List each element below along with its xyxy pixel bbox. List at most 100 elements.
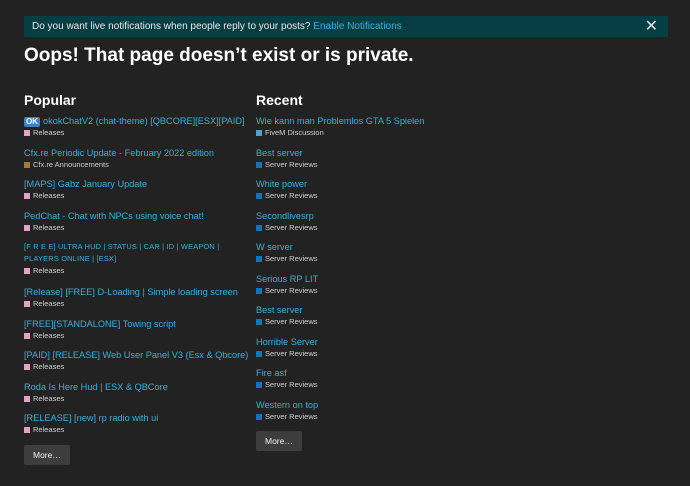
topic-item: [PAID] [RELEASE] Web User Panel V3 (Esx … <box>24 349 248 381</box>
topic-item: Wie kann man Problemlos GTA 5 Spielen Fiv… <box>256 115 476 147</box>
category-color-swatch <box>24 301 30 307</box>
category-name: Releases <box>33 425 65 434</box>
recent-heading: Recent <box>256 92 303 108</box>
category-badge[interactable]: FiveM Discussion <box>256 128 476 138</box>
topic-item: White power Server Reviews <box>256 178 476 210</box>
category-badge[interactable]: Releases <box>24 362 244 372</box>
topic-title-text: [RELEASE] [new] rp radio with ui <box>24 413 159 423</box>
popular-heading: Popular <box>24 92 77 108</box>
topic-title-link[interactable]: W server <box>256 241 476 253</box>
category-badge[interactable]: Releases <box>24 425 244 435</box>
topic-title-text: Serious RP LIT <box>256 273 319 284</box>
category-badge[interactable]: Server Reviews <box>256 380 476 390</box>
ok-badge-icon: OK <box>24 117 40 127</box>
topic-item: [FREE][STANDALONE] Towing script Releases <box>24 318 244 350</box>
category-badge[interactable]: Releases <box>24 128 244 138</box>
topic-title-link[interactable]: [MAPS] Gabz January Update <box>24 178 244 190</box>
topic-title-text: Best server <box>256 147 303 158</box>
topic-title-link[interactable]: Best server <box>256 304 476 316</box>
topic-title-link[interactable]: Cfx.re Periodic Update - February 2022 e… <box>24 147 244 159</box>
category-badge[interactable]: Releases <box>24 331 244 341</box>
category-badge[interactable]: Server Reviews <box>256 223 476 233</box>
category-color-swatch <box>24 161 30 168</box>
topic-title-text: Roda Is Here Hud | ESX & QBCore <box>24 381 168 392</box>
category-badge[interactable]: Releases <box>24 266 244 276</box>
category-name: Server Reviews <box>265 285 318 295</box>
category-color-swatch <box>256 224 262 231</box>
category-badge[interactable]: Server Reviews <box>256 412 476 422</box>
category-color-swatch <box>256 256 262 262</box>
recent-topic-list: Wie kann man Problemlos GTA 5 Spielen Fiv… <box>256 115 476 430</box>
topic-title-link[interactable]: Roda Is Here Hud | ESX & QBCore <box>24 381 244 393</box>
category-name: Releases <box>33 393 65 403</box>
category-badge[interactable]: Server Reviews <box>256 191 476 201</box>
close-icon[interactable]: ✕ <box>645 16 658 37</box>
category-name: Releases <box>33 222 65 232</box>
topic-item: W server Server Reviews <box>256 241 476 273</box>
topic-title-link[interactable]: PedChat - Chat with NPCs using voice cha… <box>24 210 244 222</box>
category-name: FiveM Discussion <box>265 128 324 137</box>
category-name: Cfx.re Announcements <box>33 159 109 169</box>
popular-more-button[interactable]: More… <box>24 444 70 465</box>
category-badge[interactable]: Releases <box>24 223 244 233</box>
topic-title-link[interactable]: Best server <box>256 147 476 159</box>
category-color-swatch <box>24 427 30 433</box>
category-color-swatch <box>256 413 262 420</box>
category-badge[interactable]: Server Reviews <box>256 254 476 264</box>
topic-title-link[interactable]: [F R E E] ULTRA HUD | STATUS | CAR | ID … <box>24 241 229 265</box>
topic-title-link[interactable]: Secondlivesrp <box>256 210 476 222</box>
category-badge[interactable]: Server Reviews <box>256 317 476 327</box>
category-name: Releases <box>33 330 65 340</box>
category-name: Releases <box>33 266 65 275</box>
category-badge[interactable]: Server Reviews <box>256 160 476 170</box>
category-color-swatch <box>256 319 262 325</box>
category-name: Server Reviews <box>265 222 318 232</box>
enable-notifications-link[interactable]: Enable Notifications <box>313 21 401 32</box>
topic-title-text: [MAPS] Gabz January Update <box>24 179 148 189</box>
category-name: Releases <box>33 128 65 137</box>
topic-title-text: Fire asf <box>256 368 287 378</box>
category-name: Server Reviews <box>265 411 318 421</box>
topic-item: Horrible Server Server Reviews <box>256 336 476 368</box>
category-badge[interactable]: Server Reviews <box>256 286 476 296</box>
topic-item: Roda Is Here Hud | ESX & QBCore Releases <box>24 381 244 413</box>
topic-title-text: okokChatV2 (chat-theme) [QBCORE][ESX][PA… <box>43 116 245 126</box>
recent-more-button[interactable]: More… <box>256 431 302 451</box>
topic-title-link[interactable]: OK okokChatV2 (chat-theme) [QBCORE][ESX][… <box>24 115 245 127</box>
topic-title-link[interactable]: [Release] [FREE] D-Loading | Simple load… <box>24 286 244 298</box>
category-badge[interactable]: Server Reviews <box>256 349 476 359</box>
category-badge[interactable]: Releases <box>24 191 244 201</box>
topic-item: Serious RP LIT Server Reviews <box>256 273 476 305</box>
topic-title-link[interactable]: Fire asf <box>256 367 476 379</box>
page-title: Oops! That page doesn’t exist or is priv… <box>24 45 414 66</box>
category-badge[interactable]: Cfx.re Announcements <box>24 160 244 170</box>
topic-title-text: Cfx.re Periodic Update - February 2022 e… <box>24 147 214 158</box>
topic-title-link[interactable]: [RELEASE] [new] rp radio with ui <box>24 412 244 424</box>
category-color-swatch <box>256 130 262 136</box>
topic-title-text: [FREE][STANDALONE] Towing script <box>24 318 176 329</box>
topic-title-link[interactable]: White power <box>256 178 476 190</box>
topic-title-link[interactable]: Horrible Server <box>256 336 476 348</box>
topic-title-text: Best server <box>256 305 303 315</box>
topic-title-text: [Release] [FREE] D-Loading | Simple load… <box>24 287 238 297</box>
topic-title-text: [PAID] [RELEASE] Web User Panel V3 (Esx … <box>24 350 249 360</box>
topic-title-text: [F R E E] ULTRA HUD | STATUS | CAR | ID … <box>24 242 220 263</box>
category-color-swatch <box>24 130 30 136</box>
category-badge[interactable]: Releases <box>24 299 244 309</box>
topic-item: [F R E E] ULTRA HUD | STATUS | CAR | ID … <box>24 241 244 286</box>
category-name: Server Reviews <box>265 159 318 169</box>
topic-title-link[interactable]: Serious RP LIT <box>256 273 476 285</box>
topic-title-text: Horrible Server <box>256 336 318 347</box>
topic-title-link[interactable]: [PAID] [RELEASE] Web User Panel V3 (Esx … <box>24 349 248 361</box>
category-name: Releases <box>33 191 65 200</box>
recent-column: Recent Wie kann man Problemlos GTA 5 Spi… <box>256 92 476 451</box>
topic-title-link[interactable]: [FREE][STANDALONE] Towing script <box>24 318 244 330</box>
category-name: Server Reviews <box>265 317 318 326</box>
topic-title-text: White power <box>256 179 308 189</box>
topic-title-text: Western on top <box>256 399 319 410</box>
topic-title-link[interactable]: Wie kann man Problemlos GTA 5 Spielen <box>256 115 476 127</box>
category-badge[interactable]: Releases <box>24 394 244 404</box>
topic-item: Cfx.re Periodic Update - February 2022 e… <box>24 147 244 179</box>
topic-item: [Release] [FREE] D-Loading | Simple load… <box>24 286 244 318</box>
topic-title-link[interactable]: Western on top <box>256 399 476 411</box>
